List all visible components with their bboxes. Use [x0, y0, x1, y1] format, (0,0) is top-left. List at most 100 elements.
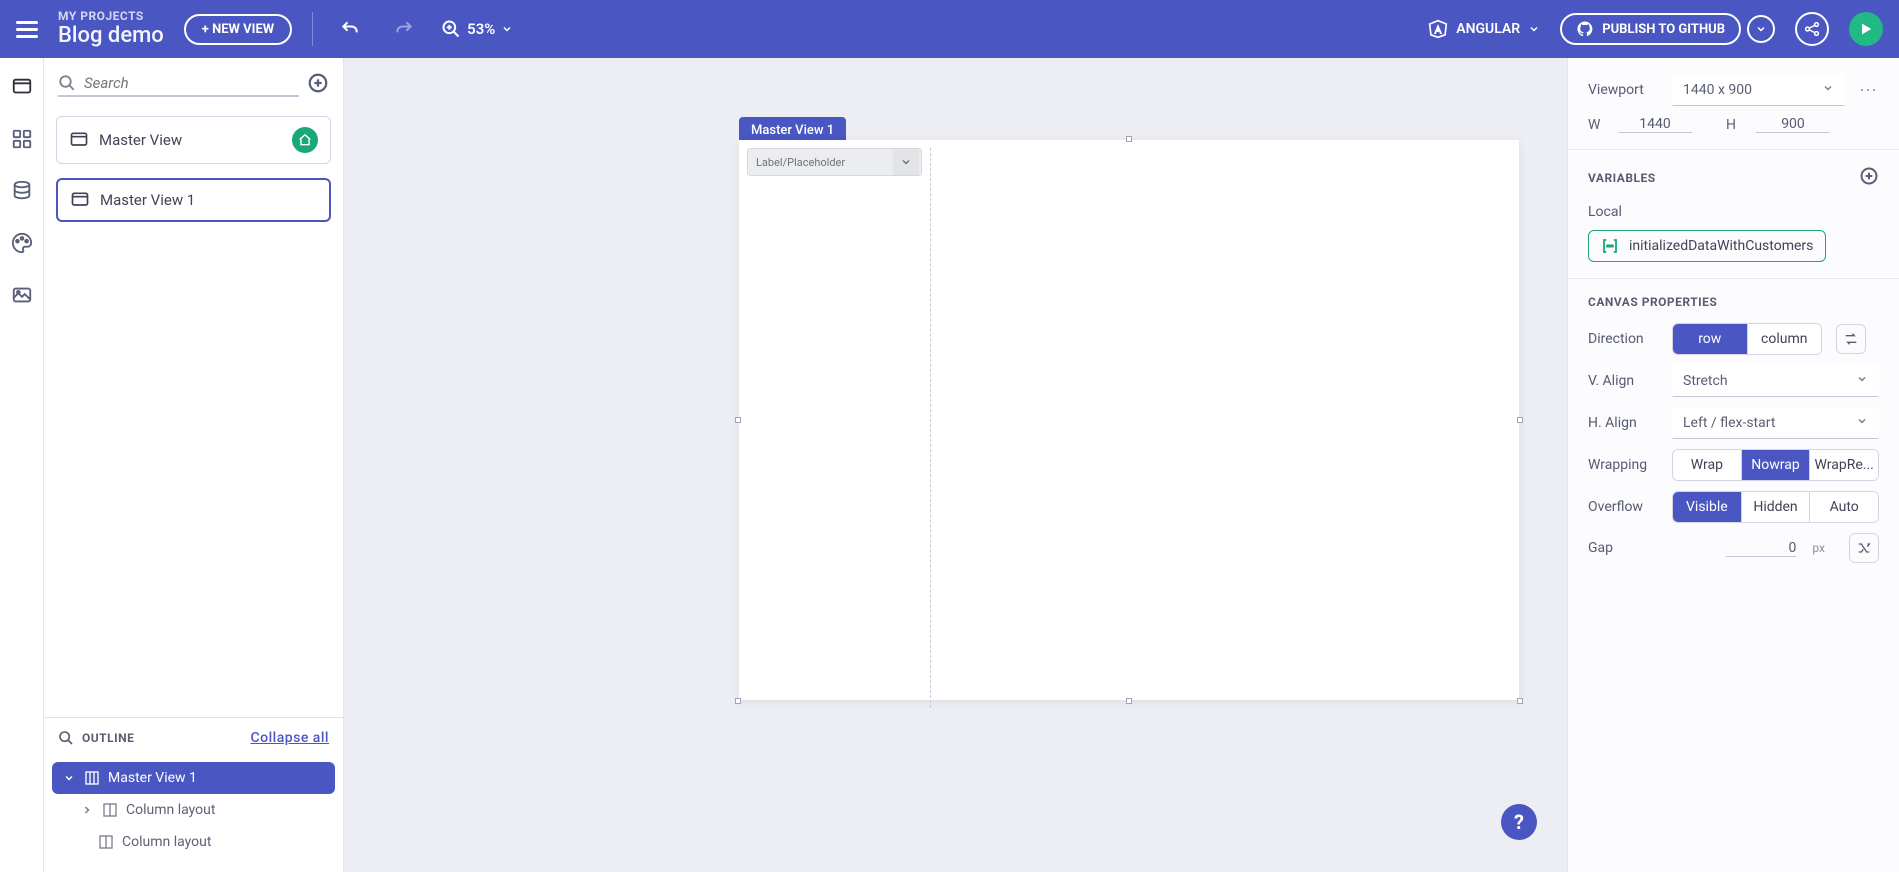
- view-icon: [70, 190, 90, 210]
- add-variable-button[interactable]: [1859, 166, 1879, 190]
- resize-handle-right[interactable]: [1517, 417, 1523, 423]
- rail-components-icon[interactable]: [9, 126, 35, 152]
- variable-chip[interactable]: initializedDataWithCustomers: [1588, 230, 1826, 262]
- publish-github-button[interactable]: PUBLISH TO GITHUB: [1560, 13, 1741, 45]
- width-label: W: [1588, 117, 1604, 133]
- separator: [312, 12, 313, 46]
- direction-label: Direction: [1588, 331, 1658, 347]
- search-icon: [58, 730, 74, 746]
- height-input[interactable]: [1756, 116, 1830, 133]
- height-label: H: [1726, 117, 1742, 133]
- chevron-down-icon: [1856, 373, 1868, 385]
- variable-name: initializedDataWithCustomers: [1629, 238, 1813, 254]
- framework-label: ANGULAR: [1456, 21, 1520, 37]
- chevron-down-icon: [1528, 23, 1540, 35]
- placeholder-label: Label/Placeholder: [756, 156, 845, 169]
- redo-icon[interactable]: [387, 12, 421, 46]
- view-label: Master View: [99, 131, 182, 149]
- outline-column-1[interactable]: Column layout: [52, 794, 335, 826]
- add-view-button[interactable]: [307, 72, 329, 98]
- direction-row-button[interactable]: row: [1673, 324, 1747, 354]
- canvas-frame[interactable]: Label/Placeholder: [739, 140, 1519, 700]
- canvas-column[interactable]: Label/Placeholder: [739, 148, 931, 708]
- viewport-value: 1440 x 900: [1683, 82, 1752, 98]
- overflow-label: Overflow: [1588, 499, 1658, 515]
- zoom-control[interactable]: 53%: [441, 19, 513, 39]
- wrap-button[interactable]: Wrap: [1673, 450, 1741, 480]
- viewport-select[interactable]: 1440 x 900: [1672, 74, 1845, 106]
- resize-handle-bottom[interactable]: [1126, 698, 1132, 704]
- gap-label: Gap: [1588, 540, 1658, 556]
- hamburger-menu-icon[interactable]: [16, 17, 38, 42]
- rail-theme-icon[interactable]: [9, 230, 35, 256]
- chevron-right-icon: [81, 804, 93, 816]
- search-icon: [58, 74, 76, 92]
- properties-panel: Viewport 1440 x 900 ⋯ W H VARIABLES: [1567, 58, 1899, 872]
- wrapping-label: Wrapping: [1588, 457, 1658, 473]
- preview-button[interactable]: [1849, 12, 1883, 46]
- chevron-down-icon: [1755, 23, 1767, 35]
- gap-link-button[interactable]: [1849, 533, 1879, 563]
- overflow-visible-button[interactable]: Visible: [1673, 492, 1741, 522]
- project-name: Blog demo: [58, 24, 164, 48]
- new-view-button[interactable]: + NEW VIEW: [184, 14, 292, 45]
- search-input[interactable]: [84, 74, 299, 92]
- outline-item-label: Master View 1: [108, 770, 197, 786]
- collapse-all-link[interactable]: Collapse all: [250, 730, 329, 746]
- width-input[interactable]: [1618, 116, 1692, 133]
- canvas-area[interactable]: Master View 1 Label/Placeholder ?: [344, 58, 1567, 872]
- overflow-hidden-button[interactable]: Hidden: [1741, 492, 1810, 522]
- chevron-down-icon: [1822, 82, 1834, 94]
- halign-select[interactable]: Left / flex-start: [1672, 407, 1879, 439]
- view-card-master-1[interactable]: Master View 1: [56, 178, 331, 222]
- direction-column-button[interactable]: column: [1747, 324, 1822, 354]
- share-icon: [1803, 20, 1821, 38]
- swap-direction-button[interactable]: [1836, 324, 1866, 354]
- wrapreverse-button[interactable]: WrapRe...: [1809, 450, 1878, 480]
- gap-input[interactable]: [1726, 540, 1796, 557]
- chevron-down-icon: [63, 772, 75, 784]
- variables-scope: Local: [1588, 204, 1879, 220]
- projects-label: MY PROJECTS: [58, 10, 164, 23]
- views-panel: Master View Master View 1 OUTLINE Collap…: [44, 58, 344, 872]
- rail-views-icon[interactable]: [9, 74, 35, 100]
- outline-item-label: Column layout: [122, 834, 211, 850]
- viewport-more-icon[interactable]: ⋯: [1859, 80, 1879, 101]
- shuffle-icon: [1856, 540, 1872, 556]
- swap-icon: [1843, 331, 1859, 347]
- gap-unit: px: [1812, 541, 1825, 555]
- resize-handle-bl[interactable]: [735, 698, 741, 704]
- array-icon: [1601, 237, 1619, 255]
- valign-select[interactable]: Stretch: [1672, 365, 1879, 397]
- rail-data-icon[interactable]: [9, 178, 35, 204]
- publish-options-button[interactable]: [1747, 15, 1775, 43]
- undo-icon[interactable]: [333, 12, 367, 46]
- variables-title: VARIABLES: [1588, 171, 1656, 185]
- framework-selector[interactable]: ANGULAR: [1428, 19, 1540, 39]
- resize-handle-br[interactable]: [1517, 698, 1523, 704]
- help-button[interactable]: ?: [1501, 804, 1537, 840]
- app-header: MY PROJECTS Blog demo + NEW VIEW 53% ANG…: [0, 0, 1899, 58]
- resize-handle-top[interactable]: [1126, 136, 1132, 142]
- angular-icon: [1428, 19, 1448, 39]
- outline-column-2[interactable]: Column layout: [52, 826, 335, 858]
- placeholder-select[interactable]: Label/Placeholder: [747, 148, 922, 176]
- overflow-auto-button[interactable]: Auto: [1809, 492, 1878, 522]
- outline-root[interactable]: Master View 1: [52, 762, 335, 794]
- rail-assets-icon[interactable]: [9, 282, 35, 308]
- view-card-master[interactable]: Master View: [56, 116, 331, 164]
- chevron-down-icon: [900, 156, 912, 168]
- project-breadcrumb[interactable]: MY PROJECTS Blog demo: [58, 10, 164, 47]
- zoom-value: 53%: [467, 20, 495, 38]
- nowrap-button[interactable]: Nowrap: [1741, 450, 1810, 480]
- publish-label: PUBLISH TO GITHUB: [1602, 22, 1725, 37]
- chevron-down-icon: [1856, 415, 1868, 427]
- github-icon: [1576, 20, 1594, 38]
- column-layout-icon: [98, 834, 114, 850]
- share-button[interactable]: [1795, 12, 1829, 46]
- layout-icon: [84, 770, 100, 786]
- valign-label: V. Align: [1588, 373, 1658, 389]
- view-icon: [69, 130, 89, 150]
- resize-handle-left[interactable]: [735, 417, 741, 423]
- canvas-props-title: CANVAS PROPERTIES: [1588, 295, 1717, 309]
